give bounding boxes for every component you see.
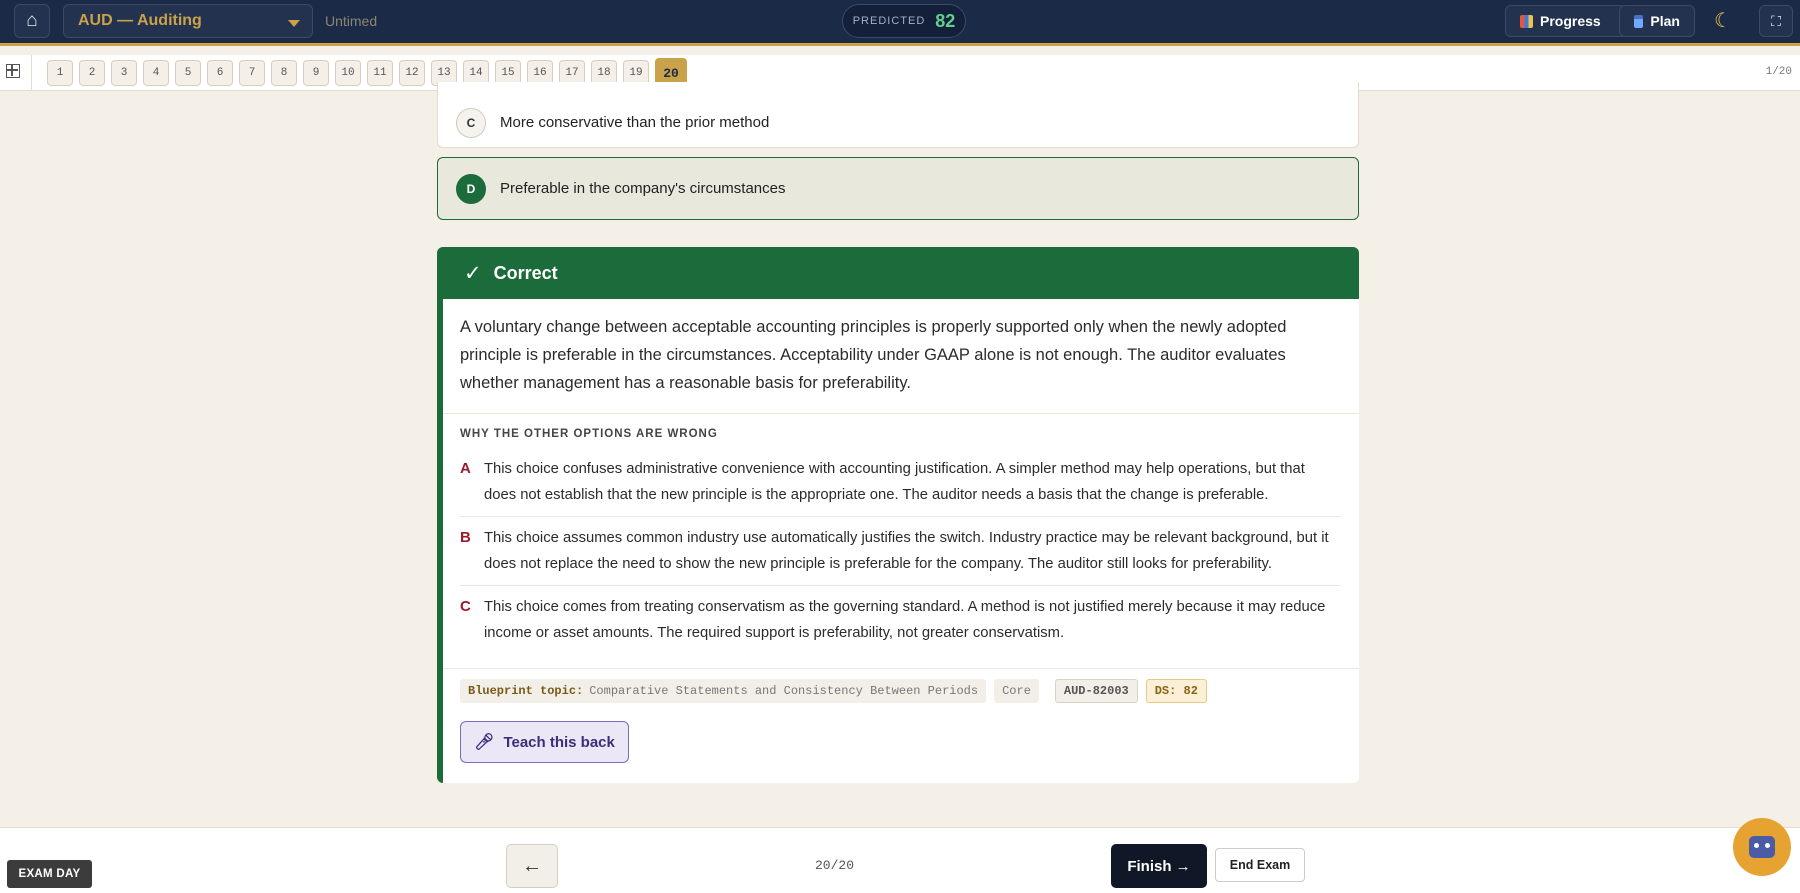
predicted-label: PREDICTED [852,15,926,27]
blueprint-value: Comparative Statements and Consistency B… [589,684,979,698]
blueprint-topic-tag: Blueprint topic: Comparative Statements … [460,679,987,703]
question-number-7[interactable]: 7 [239,60,265,86]
wrong-option-letter: C [460,598,471,615]
result-header: ✓ Correct [443,247,1359,299]
fullscreen-icon: ⛶ [1771,12,1781,29]
checkmark-icon: ✓ [464,261,482,285]
wrong-option-a: A This choice confuses administrative co… [443,448,1359,516]
blueprint-label: Blueprint topic: [468,684,584,698]
progress-label: Progress [1540,13,1601,29]
question-number-12[interactable]: 12 [399,60,425,86]
page-counter: 20/20 [815,858,855,873]
wrong-option-text: This choice assumes common industry use … [484,530,1329,572]
question-number-8[interactable]: 8 [271,60,297,86]
answer-option-d-selected[interactable]: D Preferable in the company's circumstan… [437,157,1359,220]
home-button[interactable]: ⌂ [14,4,50,38]
previous-button[interactable]: ← [506,844,558,888]
fullscreen-button[interactable]: ⛶ [1759,5,1793,37]
predicted-value: 82 [935,10,956,31]
course-select-value: AUD — Auditing [78,12,202,29]
assistant-button[interactable] [1733,818,1791,876]
robot-icon [1749,836,1775,858]
arrow-left-icon: ← [522,854,542,877]
end-exam-button[interactable]: End Exam [1215,848,1305,882]
exam-day-badge[interactable]: EXAM DAY [7,860,92,888]
question-id-tag: AUD-82003 [1054,679,1138,703]
wrong-option-c: C This choice comes from treating conser… [460,585,1341,654]
question-number-10[interactable]: 10 [335,60,361,86]
home-icon: ⌂ [26,10,38,31]
top-bar: ⌂ AUD — Auditing Untimed PREDICTED 82 Pr… [0,0,1800,46]
question-number-2[interactable]: 2 [79,60,105,86]
question-number-5[interactable]: 5 [175,60,201,86]
course-select[interactable]: AUD — Auditing [63,4,313,38]
question-tags: Blueprint topic: Comparative Statements … [443,668,1359,703]
answer-option-c[interactable]: C More conservative than the prior metho… [437,82,1359,148]
option-text: Preferable in the company's circumstance… [500,180,786,197]
timer-mode: Untimed [325,13,378,29]
option-text: More conservative than the prior method [500,114,770,131]
explanation-text: A voluntary change between acceptable ac… [443,299,1359,414]
chart-icon [1520,14,1533,28]
option-letter: C [456,107,486,138]
question-counter: 1/20 [1765,66,1792,78]
wrong-option-b: B This choice assumes common industry us… [460,516,1341,585]
calendar-icon [1634,14,1644,28]
result-status: Correct [493,262,558,283]
wrong-option-text: This choice comes from treating conserva… [484,599,1326,641]
question-number-6[interactable]: 6 [207,60,233,86]
option-letter: D [456,173,486,204]
chevron-down-icon [288,20,300,27]
moon-icon[interactable]: ☾ [1714,8,1738,32]
wrong-option-letter: A [460,460,471,477]
plan-button[interactable]: Plan [1619,5,1695,37]
question-number-11[interactable]: 11 [367,60,393,86]
grid-icon[interactable] [6,64,20,78]
wrong-option-letter: B [460,529,471,546]
question-number-4[interactable]: 4 [143,60,169,86]
plan-label: Plan [1650,13,1680,29]
wrong-option-text: This choice confuses administrative conv… [484,461,1305,503]
why-wrong-heading: WHY THE OTHER OPTIONS ARE WRONG [460,428,718,440]
teach-back-button[interactable]: 🎤︎ Teach this back [460,721,629,763]
question-number-9[interactable]: 9 [303,60,329,86]
predicted-score-badge: PREDICTED 82 [842,4,966,38]
question-number-3[interactable]: 3 [111,60,137,86]
level-tag: Core [994,679,1039,703]
finish-button[interactable]: Finish → [1111,844,1207,888]
question-number-1[interactable]: 1 [47,60,73,86]
answer-explanation-card: ✓ Correct A voluntary change between acc… [437,247,1359,783]
difficulty-score-tag: DS: 82 [1145,679,1207,703]
bottom-bar: EXAM DAY ← 20/20 Finish → End Exam [0,827,1800,893]
progress-button[interactable]: Progress [1505,5,1627,37]
teach-back-label: Teach this back [503,733,615,751]
microphone-icon: 🎤︎ [474,734,495,751]
